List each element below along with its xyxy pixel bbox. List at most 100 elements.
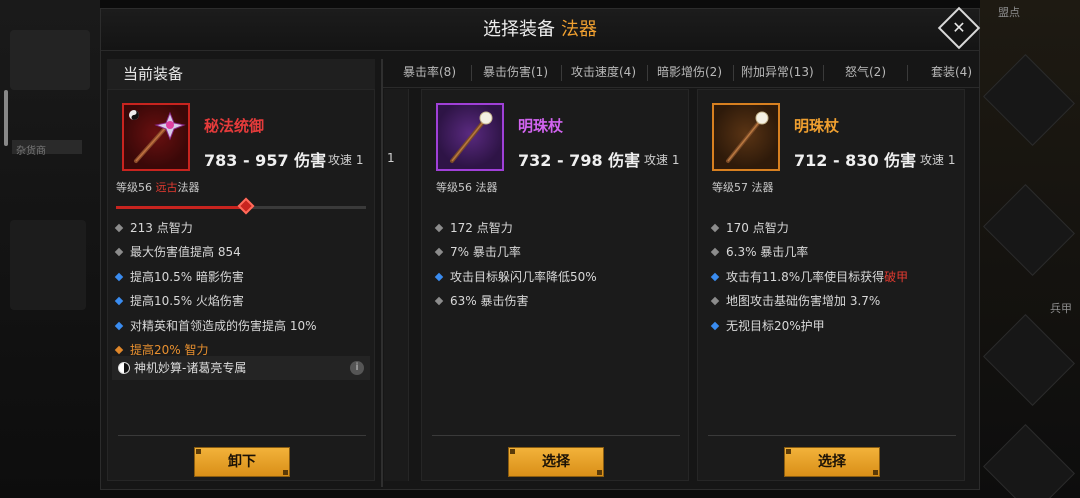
item-name: 秘法统御 [204,117,265,135]
select-button[interactable]: 选择 [508,447,604,477]
tab-shadow-damage[interactable]: 暗影增伤(2) [657,59,722,85]
candidate-card[interactable]: 明珠杖 712 - 830 伤害 攻速 1 等级57 法器 170 点智力 6.… [697,89,965,481]
stat-text: 提高10.5% 火焰伤害 [130,294,244,308]
background-label: 盟点 [998,6,1020,19]
item-level: 等级56 法器 [436,181,498,194]
tab-separator [647,65,648,81]
bullet-icon [114,223,124,233]
stat-text: 地图攻击基础伤害增加 3.7% [726,294,881,308]
item-name: 明珠杖 [794,117,840,135]
item-level: 等级57 法器 [712,181,774,194]
stat-text: 63% 暴击伤害 [450,294,529,308]
stat-text: 无视目标20%护甲 [726,319,825,333]
stat-line: 172 点智力 [434,219,513,236]
stat-text: 对精英和首领造成的伤害提高 10% [130,319,317,333]
bullet-icon [710,247,720,257]
stat-line: 地图攻击基础伤害增加 3.7% [710,292,881,309]
bullet-icon [434,296,444,306]
filter-tabs: 暴击率(8) 暴击伤害(1) 攻击速度(4) 暗影增伤(2) 附加异常(13) … [391,59,977,87]
item-level: 等级56 远古法器 [116,179,200,195]
column-divider [381,59,383,487]
item-type: 法器 [177,181,200,194]
stat-line: 攻击目标躲闪几率降低50% [434,268,597,285]
background-right: 盟点 兵甲 [980,0,1080,498]
background-panel [10,30,90,90]
stat-line: 提高10.5% 暗影伤害 [114,268,244,285]
window-title-category: 法器 [561,19,597,40]
damage-range: 732 - 798 伤害 [518,151,641,170]
item-icon [122,103,190,171]
item-icon [712,103,780,171]
damage-range: 712 - 830 伤害 [794,151,917,170]
info-icon[interactable]: i [350,361,364,375]
card-divider [708,435,956,436]
staff-icon [450,111,493,163]
tab-separator [561,65,562,81]
staff-icon [129,110,186,163]
stat-text: 攻击有11.8%几率使目标获得 [726,270,885,284]
bullet-icon [114,296,124,306]
yin-yang-icon [118,361,130,374]
stat-line: 最大伤害值提高 854 [114,243,241,260]
set-bonus-row[interactable]: 神机妙算-诸葛亮专属 i [112,356,370,380]
previous-card-peek: 1 [384,89,409,481]
slider-knob[interactable] [237,197,255,215]
current-equipment-card: 秘法统御 783 - 957 伤害 攻速 1 等级56 远古法器 213 点智力… [107,89,375,481]
comparison-slider[interactable] [116,197,366,215]
tab-crit-damage[interactable]: 暴击伤害(1) [483,59,548,85]
background-label: 杂货商 [16,146,46,157]
tab-separator [823,65,824,81]
stat-text: 172 点智力 [450,221,513,235]
tab-rage[interactable]: 怒气(2) [845,59,886,85]
staff-icon [726,111,769,163]
stat-text: 最大伤害值提高 854 [130,245,241,259]
set-bonus-text: 神机妙算-诸葛亮专属 [134,361,247,375]
select-button[interactable]: 选择 [784,447,880,477]
bullet-icon [434,272,444,282]
bullet-icon [434,247,444,257]
stat-line: 170 点智力 [710,219,789,236]
tab-attack-speed[interactable]: 攻击速度(4) [571,59,636,85]
close-icon: ✕ [952,18,966,37]
card-divider [432,435,680,436]
tab-set[interactable]: 套装(4) [931,59,972,85]
background-tile [983,54,1075,146]
tab-separator [471,65,472,81]
bullet-icon [114,272,124,282]
stat-line: 213 点智力 [114,219,193,236]
bullet-icon [710,272,720,282]
tab-separator [907,65,908,81]
item-icon [436,103,504,171]
background-left: 杂货商 [0,0,100,498]
unequip-button[interactable]: 卸下 [194,447,290,477]
card-divider [118,435,366,436]
stat-line: 提高10.5% 火焰伤害 [114,292,244,309]
window-title-text: 选择装备 [483,19,555,40]
stat-text: 7% 暴击几率 [450,245,521,259]
slider-fill [116,206,246,209]
tab-crit-rate[interactable]: 暴击率(8) [403,59,456,85]
background-tile [983,314,1075,406]
stat-line: 无视目标20%护甲 [710,317,825,334]
bullet-icon [114,247,124,257]
stat-text: 213 点智力 [130,221,193,235]
attack-speed: 攻速 1 [328,153,364,167]
background-tile [983,424,1075,498]
bullet-icon [710,223,720,233]
bullet-icon [114,345,124,355]
attack-speed: 攻速 1 [920,153,956,167]
tab-status-effect[interactable]: 附加异常(13) [741,59,814,85]
background-label: 兵甲 [1050,302,1072,315]
side-handle[interactable] [4,90,8,146]
level-prefix: 等级56 [116,181,156,194]
bullet-icon [434,223,444,233]
tabs-underline [383,87,979,88]
select-equipment-window: 选择装备 法器 ✕ 当前装备 暴击率(8) 暴击伤害(1) 攻击速度(4) 暗影增… [100,6,981,490]
attack-speed: 攻速 1 [644,153,680,167]
item-name: 明珠杖 [518,117,564,135]
current-equipment-header: 当前装备 [107,59,375,89]
candidate-card[interactable]: 明珠杖 732 - 798 伤害 攻速 1 等级56 法器 172 点智力 7%… [421,89,689,481]
stat-text: 提高10.5% 暗影伤害 [130,270,244,284]
stat-text: 攻击目标躲闪几率降低50% [450,270,597,284]
stat-line: 63% 暴击伤害 [434,292,529,309]
